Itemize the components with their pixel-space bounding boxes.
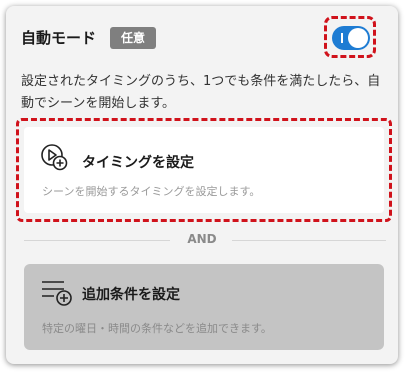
toggle-on-indicator bbox=[341, 33, 343, 43]
optional-badge: 任意 bbox=[110, 27, 156, 49]
auto-mode-toggle[interactable] bbox=[332, 26, 370, 50]
play-circle-plus-icon bbox=[40, 143, 68, 171]
add-condition-title: 追加条件を設定 bbox=[82, 287, 180, 303]
toggle-knob bbox=[348, 28, 368, 48]
auto-mode-panel: 自動モード 任意 設定されたタイミングのうち、1つでも条件を満たしたら、自動でシ… bbox=[6, 6, 398, 364]
auto-mode-description: 設定されたタイミングのうち、1つでも条件を満たしたら、自動でシーンを開始します。 bbox=[21, 74, 381, 111]
list-plus-icon bbox=[40, 276, 76, 308]
add-condition-card[interactable]: 追加条件を設定 特定の曜日・時間の条件などを追加できます。 bbox=[24, 264, 384, 350]
set-timing-title: タイミングを設定 bbox=[82, 155, 194, 171]
set-timing-card[interactable]: タイミングを設定 シーンを開始するタイミングを設定します。 bbox=[24, 127, 384, 213]
divider-right bbox=[232, 240, 386, 241]
and-separator: AND bbox=[187, 232, 217, 246]
divider-left bbox=[24, 240, 170, 241]
add-condition-subtitle: 特定の曜日・時間の条件などを追加できます。 bbox=[42, 322, 272, 335]
auto-mode-title: 自動モード bbox=[21, 29, 97, 47]
set-timing-subtitle: シーンを開始するタイミングを設定します。 bbox=[42, 185, 261, 198]
